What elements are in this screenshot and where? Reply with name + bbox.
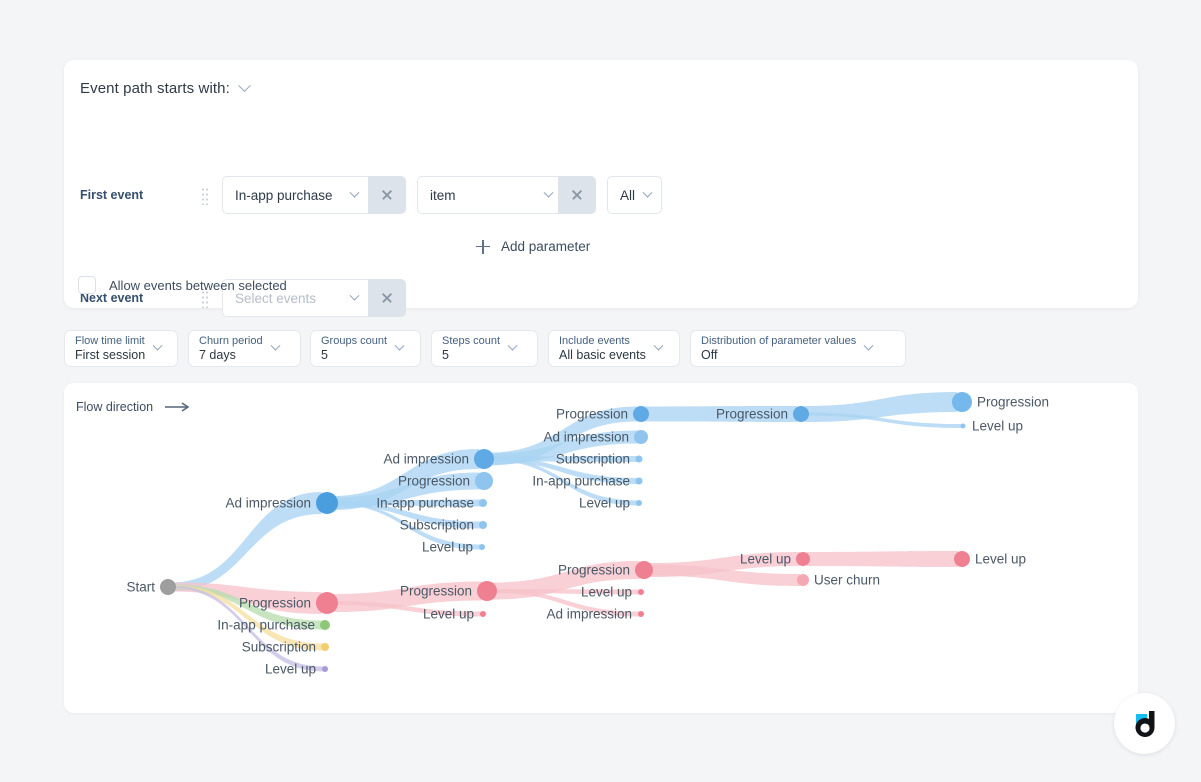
sankey-node[interactable]: Progression	[952, 392, 1049, 412]
sankey-node-label: Level up	[422, 540, 473, 555]
sankey-link[interactable]	[806, 551, 959, 567]
sankey-node-label: In-app purchase	[217, 618, 315, 633]
sankey-node-label: Progression	[556, 407, 628, 422]
sankey-node[interactable]: Ad impression	[546, 607, 644, 622]
sankey-node-label: Level up	[975, 552, 1026, 567]
sankey-node-label: Level up	[579, 496, 630, 511]
sankey-node-dot[interactable]	[796, 552, 810, 566]
sankey-node-label: Subscription	[242, 640, 316, 655]
sankey-node[interactable]: Subscription	[242, 640, 329, 655]
sankey-node-dot[interactable]	[479, 499, 487, 507]
sankey-node-dot[interactable]	[316, 492, 338, 514]
sankey-node-dot[interactable]	[960, 423, 966, 429]
sankey-node[interactable]: Start	[126, 579, 176, 595]
sankey-node-dot[interactable]	[797, 574, 809, 586]
sankey-node[interactable]: Progression	[398, 472, 493, 490]
sankey-node-label: Level up	[423, 607, 474, 622]
sankey-node-dot[interactable]	[634, 430, 648, 444]
sankey-node[interactable]: Ad impression	[383, 449, 494, 469]
sankey-node[interactable]: Subscription	[556, 452, 643, 467]
logo-mark-icon	[1135, 710, 1154, 737]
sankey-node-dot[interactable]	[322, 666, 328, 672]
sankey-node-dot[interactable]	[954, 551, 970, 567]
sankey-node-dot[interactable]	[635, 561, 653, 579]
sankey-node[interactable]: In-app purchase	[376, 496, 487, 511]
sankey-node-label: Level up	[581, 585, 632, 600]
sankey-node-dot[interactable]	[636, 500, 642, 506]
sankey-node-label: Ad impression	[546, 607, 632, 622]
sankey-node[interactable]: User churn	[797, 573, 880, 588]
sankey-node[interactable]: Level up	[960, 419, 1024, 434]
sankey-node-label: Ad impression	[383, 452, 469, 467]
sankey-node-dot[interactable]	[321, 643, 329, 651]
sankey-node-label: In-app purchase	[532, 474, 630, 489]
sankey-node-dot[interactable]	[320, 620, 330, 630]
sankey-node-dot[interactable]	[475, 472, 493, 490]
sankey-node-dot[interactable]	[638, 611, 644, 617]
sankey-node-label: Start	[126, 580, 155, 595]
sankey-node[interactable]: Level up	[740, 552, 810, 567]
sankey-node-label: Progression	[977, 395, 1049, 410]
sankey-node[interactable]: Level up	[954, 551, 1026, 567]
sankey-node-label: Progression	[239, 596, 311, 611]
sankey-node-dot[interactable]	[479, 544, 485, 550]
sankey-node-label: Level up	[265, 662, 316, 677]
sankey-node-dot[interactable]	[952, 392, 972, 412]
sankey-node[interactable]: In-app purchase	[217, 618, 330, 633]
sankey-node-dot[interactable]	[793, 406, 809, 422]
sankey-node-dot[interactable]	[635, 477, 643, 485]
sankey-node-dot[interactable]	[480, 611, 486, 617]
sankey-node[interactable]: Subscription	[400, 518, 487, 533]
app-root: Event path starts with: First event In-a…	[0, 0, 1201, 782]
sankey-node-dot[interactable]	[160, 579, 176, 595]
devtodev-logo[interactable]	[1114, 693, 1175, 754]
sankey-node-label: Progression	[398, 474, 470, 489]
sankey-node-dot[interactable]	[638, 589, 644, 595]
sankey-node-label: Progression	[400, 584, 472, 599]
event-flow-sankey[interactable]: Start Ad impression Progression In-app purc…	[0, 0, 1201, 782]
sankey-node-label: Progression	[558, 563, 630, 578]
sankey-node-dot[interactable]	[474, 449, 494, 469]
sankey-link[interactable]	[805, 392, 957, 422]
sankey-node-label: Level up	[740, 552, 791, 567]
sankey-node[interactable]: Progression	[558, 561, 653, 579]
sankey-node-label: In-app purchase	[376, 496, 474, 511]
sankey-node-dot[interactable]	[316, 592, 338, 614]
sankey-node-label: Subscription	[400, 518, 474, 533]
sankey-node-label: User churn	[814, 573, 880, 588]
sankey-node-label: Ad impression	[543, 430, 629, 445]
sankey-node-dot[interactable]	[477, 581, 497, 601]
sankey-node-label: Ad impression	[225, 496, 311, 511]
sankey-node-dot[interactable]	[633, 406, 649, 422]
sankey-node-label: Level up	[972, 419, 1023, 434]
sankey-node-dot[interactable]	[635, 455, 643, 463]
sankey-node-dot[interactable]	[479, 521, 487, 529]
sankey-node-label: Progression	[716, 407, 788, 422]
sankey-node[interactable]: Progression	[400, 581, 497, 601]
sankey-node[interactable]: In-app purchase	[532, 474, 643, 489]
sankey-node-label: Subscription	[556, 452, 630, 467]
